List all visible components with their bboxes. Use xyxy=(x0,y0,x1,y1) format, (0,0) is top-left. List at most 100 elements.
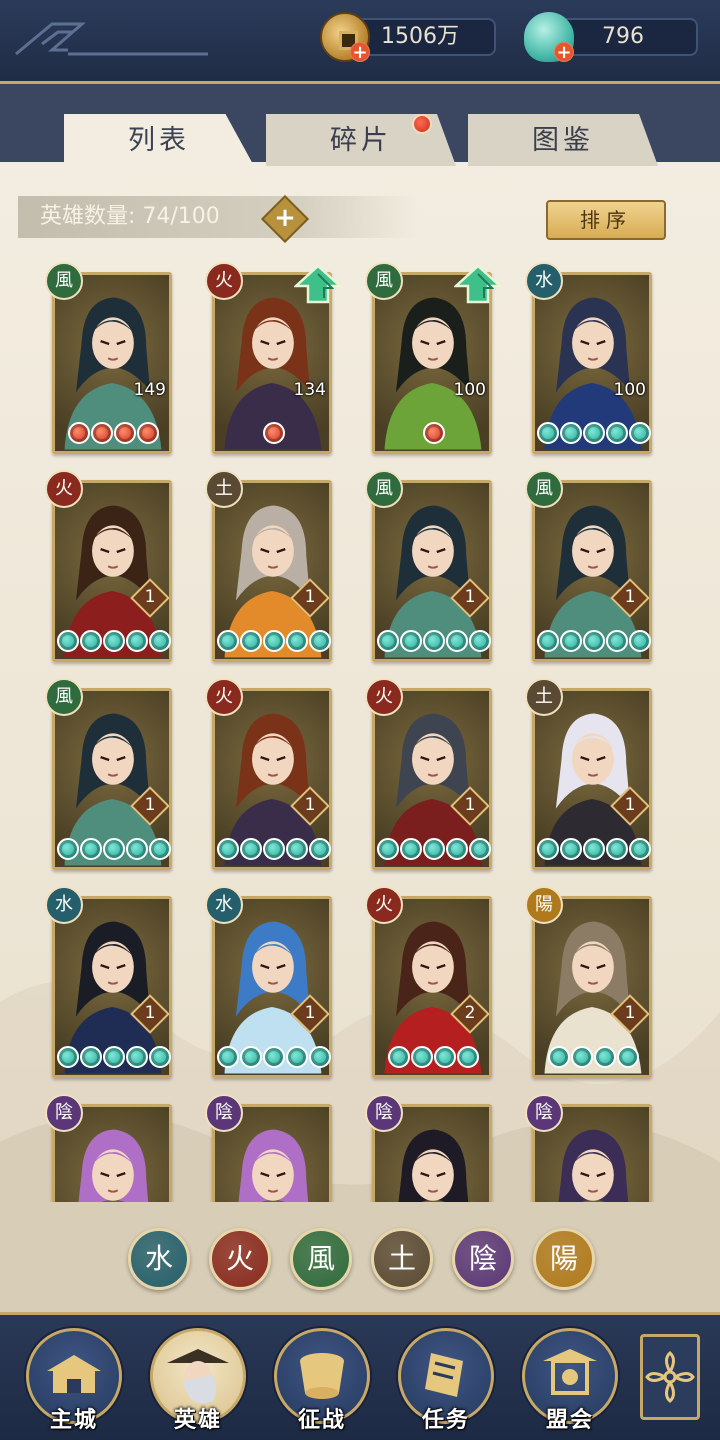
upgrade-arrow-icon xyxy=(294,264,342,304)
menu-pattern-icon[interactable] xyxy=(12,20,212,60)
star-rating xyxy=(536,838,651,860)
star-icon xyxy=(148,630,171,652)
element-badge: 土 xyxy=(205,470,243,508)
star-icon xyxy=(536,422,559,444)
element-filter-button[interactable]: 水 xyxy=(128,1228,190,1290)
element-badge: 土 xyxy=(525,678,563,716)
star-rating xyxy=(376,838,491,860)
nav-label: 主城 xyxy=(49,1408,98,1433)
hero-card[interactable]: 火 134 xyxy=(200,262,342,454)
hero-card[interactable]: 火1 xyxy=(200,678,332,870)
hero-level: 134 xyxy=(293,380,326,400)
star-icon xyxy=(285,838,308,860)
hero-count-label: 英雄数量: 74/100 xyxy=(40,204,220,229)
star-icon xyxy=(605,838,628,860)
star-icon xyxy=(457,1046,479,1068)
add-gold-icon[interactable]: + xyxy=(350,42,370,62)
star-icon xyxy=(571,1046,593,1068)
star-icon xyxy=(582,838,605,860)
star-icon xyxy=(239,1046,262,1068)
star-icon xyxy=(308,630,331,652)
element-filter-button[interactable]: 陰 xyxy=(452,1228,514,1290)
element-filter-button[interactable]: 土 xyxy=(371,1228,433,1290)
hero-level: 2 xyxy=(464,1003,476,1023)
element-badge: 陰 xyxy=(365,1094,403,1132)
star-icon xyxy=(262,1046,285,1068)
element-filter-button[interactable]: 陽 xyxy=(533,1228,595,1290)
star-icon xyxy=(422,422,445,444)
star-icon xyxy=(536,838,559,860)
star-icon xyxy=(605,630,628,652)
more-menu-button[interactable] xyxy=(640,1334,700,1420)
element-filter-button[interactable]: 風 xyxy=(290,1228,352,1290)
star-icon xyxy=(102,630,125,652)
hero-card[interactable]: 火1 xyxy=(40,470,172,662)
hero-card[interactable]: 陽1 xyxy=(520,886,652,1078)
nav-label: 任务 xyxy=(421,1408,470,1433)
hero-card[interactable]: 風 149 xyxy=(40,262,172,454)
plus-icon: + xyxy=(274,203,296,233)
star-icon xyxy=(56,838,79,860)
star-rating xyxy=(68,422,159,444)
star-icon xyxy=(434,1046,456,1068)
tab-codex[interactable]: 图鉴 xyxy=(468,114,658,166)
element-badge: 風 xyxy=(525,470,563,508)
hero-card[interactable]: 陰 xyxy=(520,1094,652,1202)
hero-card[interactable]: 風1 xyxy=(520,470,652,662)
tab-codex-label: 图鉴 xyxy=(532,125,594,156)
hero-card[interactable]: 水 100 xyxy=(520,262,652,454)
star-icon xyxy=(582,630,605,652)
hero-card[interactable]: 風 100 xyxy=(360,262,502,454)
element-badge: 風 xyxy=(365,262,403,300)
star-icon xyxy=(262,422,285,444)
nav-label: 英雄 xyxy=(173,1408,222,1433)
star-icon xyxy=(308,838,331,860)
star-icon xyxy=(445,630,468,652)
star-icon xyxy=(56,1046,79,1068)
hero-card[interactable]: 風1 xyxy=(40,678,172,870)
element-badge: 陰 xyxy=(525,1094,563,1132)
star-rating xyxy=(216,838,331,860)
element-filter-button[interactable]: 火 xyxy=(209,1228,271,1290)
hero-card[interactable]: 土1 xyxy=(200,470,332,662)
hero-level: 100 xyxy=(613,380,646,400)
hero-card[interactable]: 火1 xyxy=(360,678,492,870)
star-rating xyxy=(536,630,651,652)
star-icon xyxy=(125,838,148,860)
star-icon xyxy=(582,422,605,444)
star-icon xyxy=(536,630,559,652)
upgrade-arrow-icon xyxy=(454,264,502,304)
hero-card[interactable]: 水1 xyxy=(40,886,172,1078)
hero-card[interactable]: 風1 xyxy=(360,470,492,662)
element-badge: 火 xyxy=(205,678,243,716)
star-icon xyxy=(68,422,90,444)
hero-card[interactable]: 水1 xyxy=(200,886,332,1078)
tab-list[interactable]: 列表 xyxy=(64,114,254,166)
star-rating xyxy=(388,1046,479,1068)
hero-card[interactable]: 陰 xyxy=(40,1094,172,1202)
sort-button[interactable]: 排序 xyxy=(546,200,666,240)
nav-label: 征战 xyxy=(297,1408,346,1433)
hero-card[interactable]: 陰 xyxy=(360,1094,492,1202)
star-icon xyxy=(262,838,285,860)
element-badge: 風 xyxy=(45,678,83,716)
hero-card[interactable]: 土1 xyxy=(520,678,652,870)
star-rating xyxy=(548,1046,639,1068)
flower-icon xyxy=(645,1351,695,1403)
star-rating xyxy=(536,422,651,444)
star-icon xyxy=(628,630,651,652)
notification-dot xyxy=(412,114,432,134)
element-badge: 陰 xyxy=(205,1094,243,1132)
add-jade-icon[interactable]: + xyxy=(554,42,574,62)
hero-card[interactable]: 火2 xyxy=(360,886,492,1078)
star-icon xyxy=(79,1046,102,1068)
hero-card[interactable]: 陰 xyxy=(200,1094,332,1202)
element-badge: 水 xyxy=(45,886,83,924)
star-icon xyxy=(285,1046,308,1068)
star-icon xyxy=(605,422,628,444)
star-icon xyxy=(399,838,422,860)
star-icon xyxy=(91,422,113,444)
hero-level: 1 xyxy=(304,1003,316,1023)
star-icon xyxy=(239,838,262,860)
hero-level: 1 xyxy=(464,587,476,607)
